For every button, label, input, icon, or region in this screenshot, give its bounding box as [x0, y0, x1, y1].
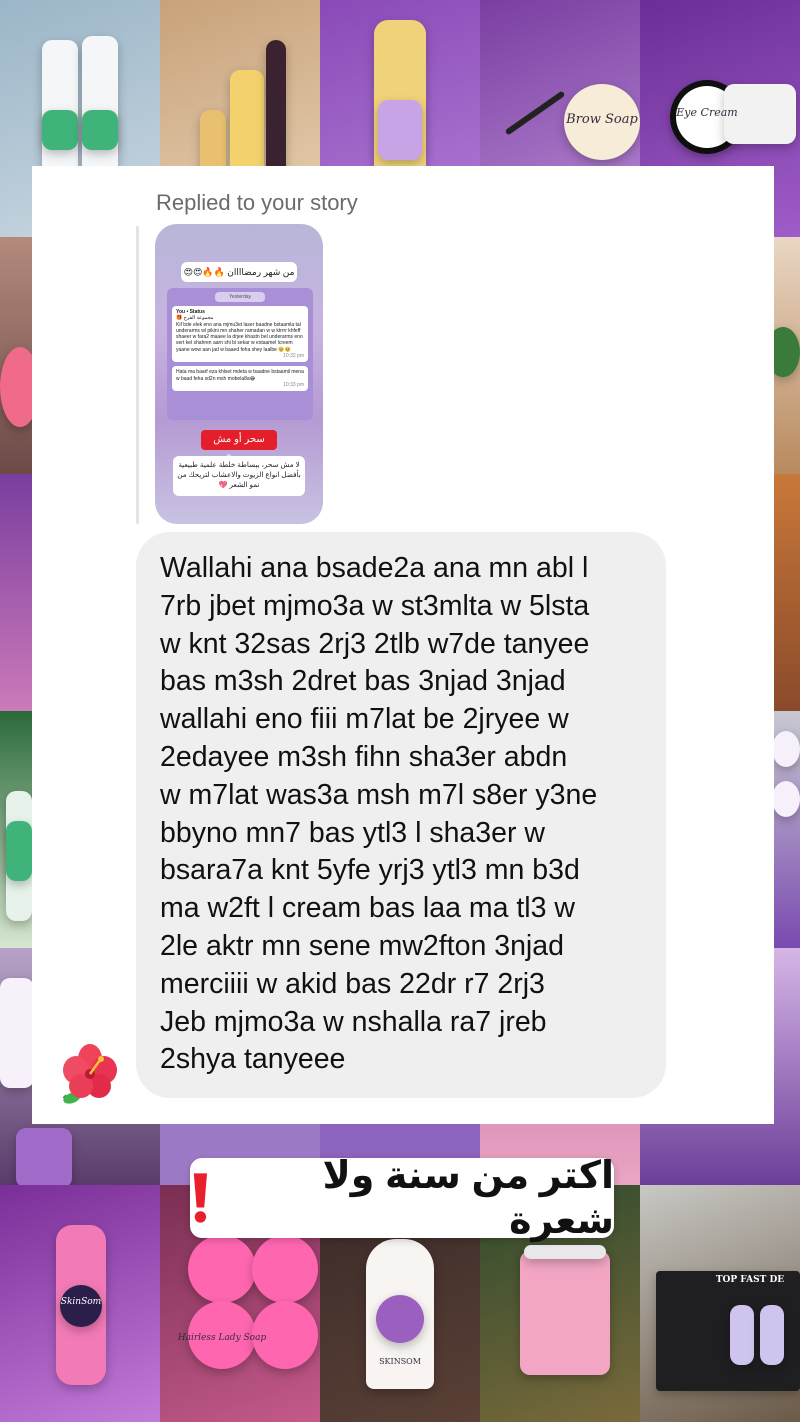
exclamation-icon	[193, 1173, 208, 1223]
caption-sticker: اكتر من سنة ولا شعرة	[190, 1155, 614, 1242]
tile-order-pack: TOP FAST DE	[640, 1185, 800, 1422]
message-bubble[interactable]: Wallahi ana bsade2a ana mn abl l 7rb jbe…	[136, 532, 666, 1098]
order-pack-label: TOP FAST DE	[715, 1275, 785, 1285]
story-thumbnail[interactable]: من شهر رمضاااان 🔥🔥😍😍 Yesterday You • Sta…	[155, 224, 323, 524]
story-caption: لا مش سحر، ببساطة خلطة علمية طبيعية بأفض…	[173, 456, 305, 496]
caption-text: اكتر من سنة ولا شعرة	[322, 1155, 614, 1242]
skinsom-spray-label: SkinSom	[60, 1297, 102, 1307]
brow-soap-label: Brow Soap	[566, 112, 638, 127]
story-chat-screenshot: Yesterday You • Status 🎁 مجموعة الفرح Ki…	[167, 288, 313, 420]
story-bubble-1-time: 10:32 pm	[283, 353, 304, 360]
reply-header: Replied to your story	[156, 190, 358, 215]
dm-card: Replied to your story من شهر رمضاااان 🔥🔥…	[32, 166, 774, 1124]
hibiscus-icon[interactable]	[58, 1042, 122, 1106]
hairless-soap-label: Hairless Lady Soap	[177, 1333, 267, 1343]
story-bubble-1: You • Status 🎁 مجموعة الفرح Kif bde elek…	[172, 306, 308, 363]
story-bubble-2-time: 10:33 pm	[283, 381, 304, 388]
story-date-chip: Yesterday	[215, 292, 265, 302]
story-cta: سحر أو مش سحر؟	[201, 430, 277, 465]
tile-skinsom-spray: SkinSom	[0, 1185, 160, 1422]
story-bubble-1-text: Kif bde elek eno ana mjmu3et laser baadn…	[176, 321, 303, 353]
story-bubble-2: Hata ma baarf eza khlset mdeta w baadne …	[172, 366, 308, 392]
eye-cream-label: Eye Cream	[676, 106, 738, 119]
story-bubble-2-text: Hata ma baarf eza khlset mdeta w baadne …	[176, 369, 304, 382]
story-title: من شهر رمضاااان 🔥🔥😍😍	[181, 262, 297, 282]
skinsom-rollon-label: SKINSOM	[379, 1357, 421, 1366]
reply-bar	[136, 226, 139, 524]
